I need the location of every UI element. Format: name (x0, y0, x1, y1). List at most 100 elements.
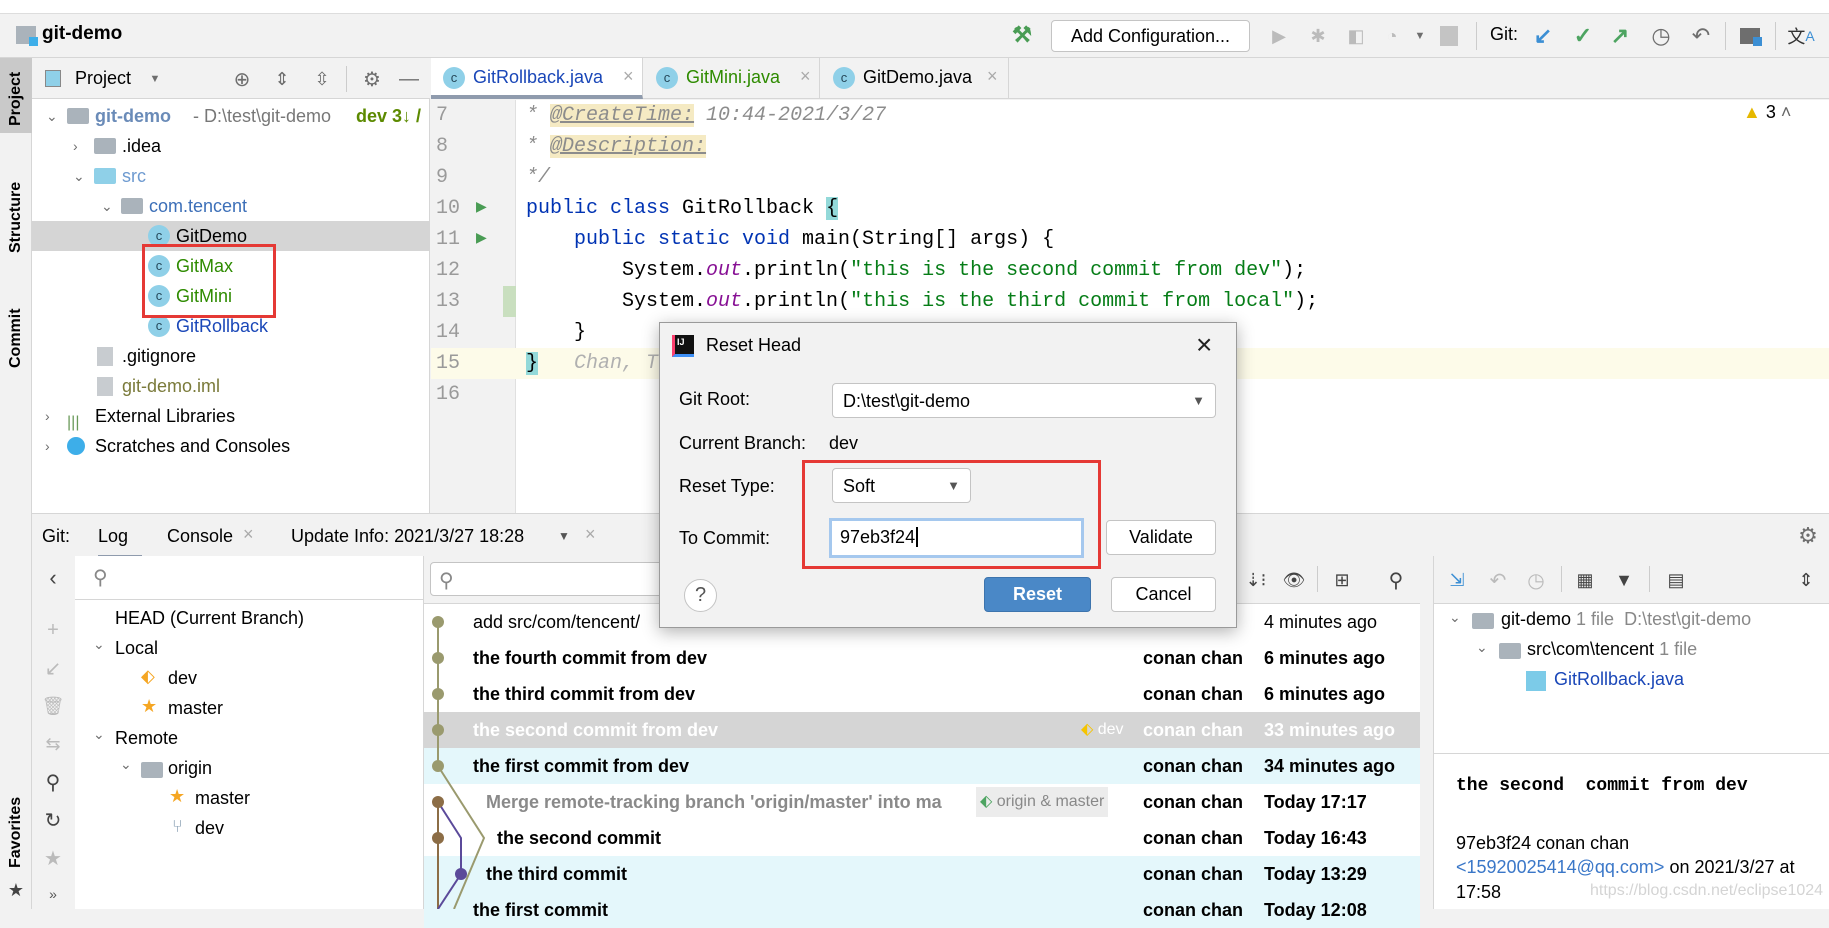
build-hammer-icon[interactable]: ⚒ (1010, 20, 1034, 50)
compare-icon[interactable]: ⇆ (41, 730, 65, 758)
branch-remote-master[interactable]: master (195, 788, 250, 809)
class-icon: c (443, 67, 465, 89)
more-icon[interactable]: » (41, 882, 65, 906)
tab-update-info[interactable]: Update Info: 2021/3/27 18:28 (291, 526, 524, 547)
new-tab-icon[interactable]: ⊞ (1329, 568, 1355, 592)
tool-tab-favorites[interactable]: Favorites (7, 797, 25, 868)
translate-icon[interactable]: 文A (1787, 22, 1814, 50)
log-row[interactable]: the fourth commit from dev conan chan 6 mi… (424, 640, 1420, 676)
search-icon[interactable]: ⚲ (1384, 568, 1408, 592)
details-toolbar: ⇲ ↶ ◷ ▦ ▼ ▤ ⇕ (1434, 556, 1829, 604)
chevron-down-icon[interactable]: ▼ (558, 529, 570, 543)
log-row[interactable]: Merge remote-tracking branch 'origin/mas… (424, 784, 1420, 820)
star-icon: ★ (7, 879, 25, 900)
branch-local-master[interactable]: master (168, 698, 223, 719)
tab-console[interactable]: Console (167, 526, 233, 547)
chevron-left-icon[interactable]: ‹ (41, 564, 65, 592)
log-row[interactable]: the second commit from dev ⬖ dev conan cha… (424, 712, 1420, 748)
separator (1561, 566, 1562, 592)
branch-head[interactable]: HEAD (Current Branch) (115, 608, 304, 629)
debug-icon[interactable]: ✱ (1306, 22, 1330, 50)
commit-check-icon[interactable]: ✓ (1571, 22, 1595, 50)
run-icon[interactable]: ▶ (1268, 22, 1290, 50)
breadcrumb-project[interactable]: git-demo (42, 23, 122, 45)
tab-gitdemo[interactable]: c GitDemo.java × (821, 58, 1009, 99)
gear-icon[interactable]: ⚙ (360, 66, 384, 92)
rollback-icon[interactable]: ↶ (1689, 22, 1713, 50)
favorite-star-icon[interactable]: ★ (41, 844, 65, 872)
branch-group-local[interactable]: Local (115, 638, 158, 659)
branch-local-dev[interactable]: dev (168, 668, 197, 689)
chevron-down-icon[interactable]: ▼ (1412, 22, 1428, 50)
search-icon[interactable]: ⚲ (41, 768, 65, 796)
changed-root[interactable]: git-demo 1 file D:\test\git-demo (1501, 609, 1751, 630)
log-row[interactable]: the third commit from dev conan chan 6 min… (424, 676, 1420, 712)
checkout-icon[interactable]: ↙ (41, 654, 65, 682)
commit-node (432, 796, 444, 808)
separator (346, 66, 347, 92)
gear-icon[interactable]: ⚙ (1796, 523, 1820, 548)
class-icon: c (656, 67, 678, 89)
close-icon[interactable]: × (585, 524, 596, 545)
close-icon[interactable]: × (1196, 329, 1212, 361)
stop-icon[interactable] (1440, 26, 1458, 46)
git-label: Git: (1490, 24, 1519, 44)
history-clock-icon[interactable]: ◷ (1649, 22, 1673, 50)
branch-remote-dev[interactable]: dev (195, 818, 224, 839)
group-by-icon[interactable]: ▦ (1573, 568, 1597, 592)
close-icon[interactable]: × (623, 66, 634, 87)
commit-message: the first commit from dev (473, 756, 690, 776)
chevron-down-icon[interactable]: ▼ (147, 68, 163, 90)
expand-icon[interactable]: ⇕ (1794, 568, 1818, 592)
tab-gitmini[interactable]: c GitMini.java × (644, 58, 820, 99)
changed-file[interactable]: GitRollback.java (1554, 669, 1684, 690)
close-icon[interactable]: × (987, 66, 998, 87)
history-icon[interactable]: ◷ (1524, 568, 1548, 592)
add-icon[interactable]: + (41, 616, 65, 644)
branch-group-origin[interactable]: origin (168, 758, 212, 779)
run-gutter-icon[interactable]: ▶ (476, 224, 487, 255)
add-configuration-button[interactable]: Add Configuration... (1051, 20, 1250, 52)
project-structure-icon[interactable] (1738, 22, 1762, 50)
tab-log[interactable]: Log (98, 526, 143, 558)
help-button[interactable]: ? (684, 579, 717, 612)
expand-all-icon[interactable]: ⇕ (270, 66, 294, 92)
validate-button[interactable]: Validate (1106, 520, 1216, 555)
tab-gitrollback[interactable]: c GitRollback.java × (431, 58, 643, 99)
profile-icon[interactable]: ◔ (1380, 22, 1404, 50)
show-diff-icon[interactable]: ⇲ (1445, 568, 1469, 592)
run-gutter-icon[interactable]: ▶ (476, 193, 487, 224)
cancel-button[interactable]: Cancel (1111, 577, 1216, 612)
to-commit-label: To Commit: (679, 528, 771, 548)
sort-icon[interactable]: ⇣⁝ (1244, 568, 1268, 592)
push-icon[interactable]: ↗ (1608, 22, 1632, 50)
update-project-icon[interactable]: ↙ (1531, 22, 1555, 50)
locate-icon[interactable]: ⊕ (230, 66, 254, 92)
close-icon[interactable]: × (800, 66, 811, 87)
reset-button[interactable]: Reset (984, 577, 1091, 612)
git-root-select[interactable]: D:\test\git-demo ▼ (832, 383, 1216, 418)
branch-group-remote[interactable]: Remote (115, 728, 178, 749)
refresh-icon[interactable]: ↻ (41, 806, 65, 834)
log-row[interactable]: the second commit conan chan Today 16:43 (424, 820, 1420, 856)
commit-date: 33 minutes ago (1264, 720, 1396, 740)
project-view-selector[interactable]: Project (75, 68, 131, 89)
commit-message: the second commit from dev (473, 720, 719, 740)
filter-icon[interactable]: ▼ (1612, 568, 1636, 592)
branch-search-input[interactable]: ⚲ (75, 556, 424, 600)
eye-icon[interactable]: 👁 (1280, 568, 1308, 592)
log-row[interactable]: the first commit from dev conan chan 34 mi… (424, 748, 1420, 784)
git-root-label: Git Root: (679, 389, 751, 409)
minimize-icon[interactable]: — (397, 66, 421, 92)
changed-dir[interactable]: src\com\tencent 1 file (1527, 639, 1697, 660)
coverage-icon[interactable]: ◧ (1344, 22, 1368, 50)
delete-icon[interactable]: 🗑 (41, 692, 65, 720)
close-icon[interactable]: × (243, 524, 254, 545)
collapse-all-icon[interactable]: ⇳ (310, 66, 334, 92)
log-row[interactable]: the first commit conan chan Today 12:08 (424, 892, 1420, 928)
author-email-link[interactable]: <15920025414@qq.com> (1456, 857, 1664, 877)
log-row[interactable]: the third commit conan chan Today 13:29 (424, 856, 1420, 892)
revert-icon[interactable]: ↶ (1486, 568, 1510, 592)
layout-icon[interactable]: ▤ (1664, 568, 1688, 592)
commit-date: Today 13:29 (1264, 864, 1367, 884)
